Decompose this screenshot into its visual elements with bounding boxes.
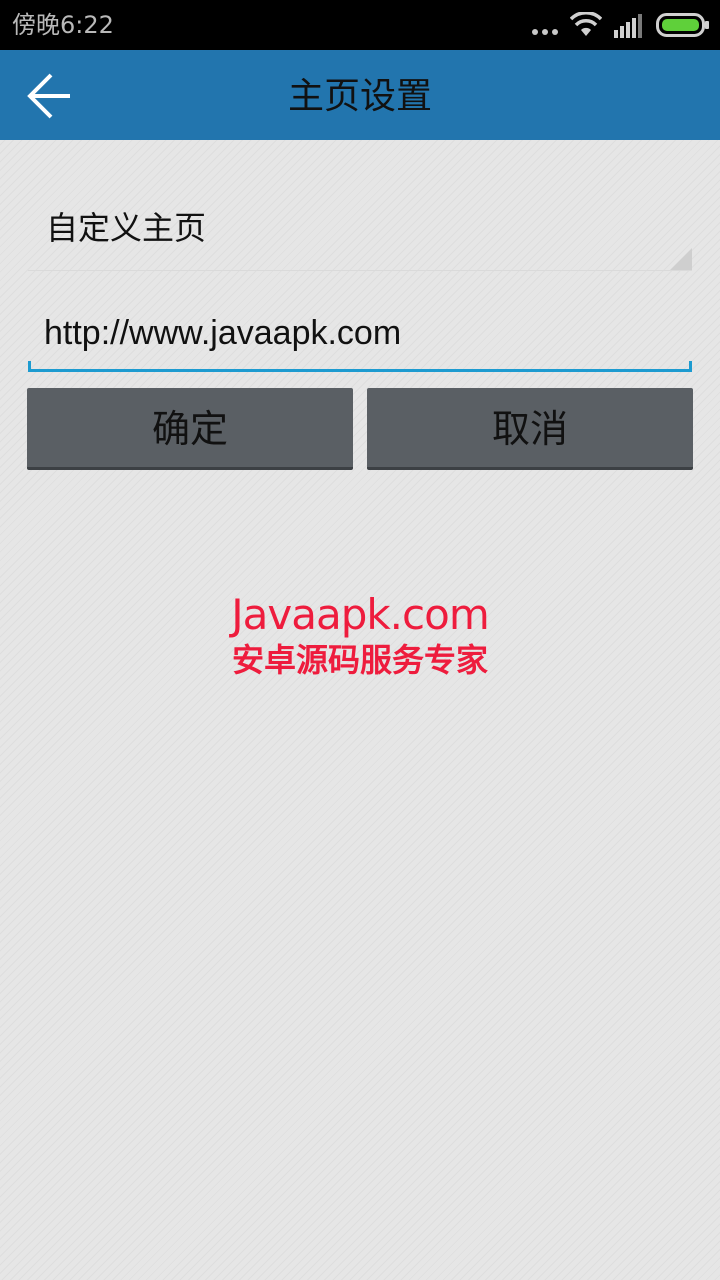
watermark-site: Javaapk.com: [231, 590, 490, 639]
status-bar: 傍晚6:22: [0, 0, 720, 50]
status-time: 傍晚6:22: [12, 11, 114, 39]
title-bar: 主页设置: [0, 50, 720, 140]
homepage-mode-value: 自定义主页: [46, 209, 207, 247]
url-field: [28, 300, 692, 372]
url-input[interactable]: [28, 300, 692, 366]
signal-icon: [614, 14, 642, 38]
confirm-button[interactable]: 确定: [27, 388, 353, 470]
watermark-slogan: 安卓源码服务专家: [231, 641, 488, 679]
page-title: 主页设置: [287, 76, 432, 117]
dropdown-corner-icon: [670, 248, 692, 270]
back-button[interactable]: [14, 62, 84, 128]
cancel-button[interactable]: 取消: [367, 388, 693, 470]
wifi-icon: [570, 12, 602, 36]
more-dots-icon: [532, 29, 558, 35]
battery-icon: [656, 13, 709, 37]
arrow-left-icon: [27, 73, 70, 119]
watermark-logo: Javaapk.com 安卓源码服务专家: [200, 590, 520, 690]
homepage-mode-spinner[interactable]: 自定义主页: [28, 190, 692, 271]
